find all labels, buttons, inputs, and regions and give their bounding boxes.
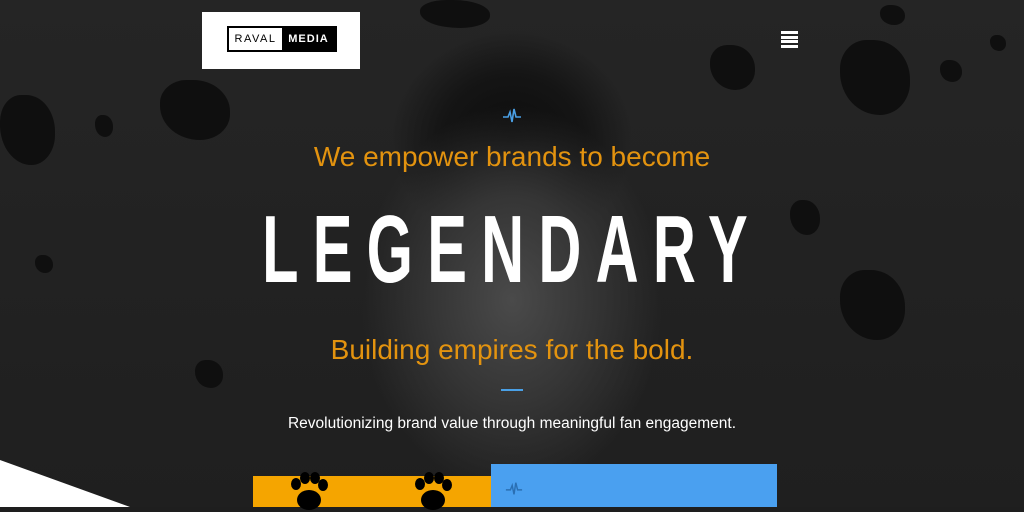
hamburger-menu-icon[interactable] [781, 31, 798, 48]
asteroid [940, 60, 962, 82]
logo-left-text: RAVAL [234, 33, 277, 45]
asteroid [710, 45, 755, 90]
headline: LEGENDARY [262, 196, 762, 303]
hero-subtitle: Revolutionizing brand value through mean… [287, 415, 737, 432]
tagline-bottom: Building empires for the bold. [330, 334, 694, 365]
pulse-icon [503, 108, 521, 123]
asteroid [160, 80, 230, 140]
asteroid [840, 270, 905, 340]
pulse-icon [505, 482, 523, 495]
asteroid [420, 0, 490, 28]
asteroid [880, 5, 905, 25]
feature-card-blue[interactable] [491, 464, 777, 507]
paw-print-icon [291, 472, 328, 510]
feature-card-yellow[interactable] [253, 472, 491, 510]
asteroid [95, 115, 113, 137]
logo[interactable]: RAVAL MEDIA [202, 12, 360, 69]
logo-right-text: MEDIA [282, 28, 335, 50]
white-wedge [0, 460, 130, 507]
asteroid [35, 255, 53, 273]
asteroid [840, 40, 910, 115]
paw-print-icon [415, 472, 452, 510]
asteroid [990, 35, 1006, 51]
logo-mark: RAVAL MEDIA [227, 26, 337, 52]
divider [501, 389, 523, 391]
tagline-top: We empower brands to become [313, 141, 711, 172]
